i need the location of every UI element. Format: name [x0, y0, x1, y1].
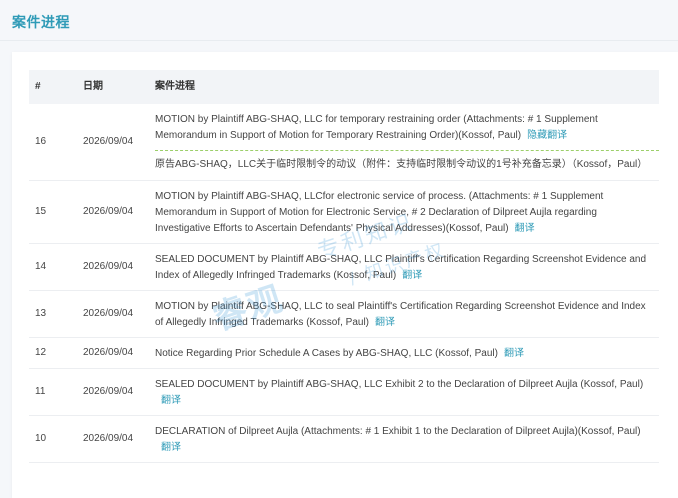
row-date: 2026/09/04: [83, 290, 155, 338]
row-content: MOTION by Plaintiff ABG-SHAQ, LLC to sea…: [155, 290, 659, 338]
header-date: 日期: [83, 70, 155, 104]
case-progress-table: # 日期 案件进程 16 2026/09/04 MOTION by Plaint…: [29, 70, 659, 463]
entry-translation-block: 原告ABG-SHAQ，LLC关于临时限制令的动议（附件：支持临时限制令动议的1号…: [155, 150, 659, 180]
row-date: 2026/09/04: [83, 104, 155, 181]
row-number: 16: [29, 104, 83, 181]
table-row: 11 2026/09/04 SEALED DOCUMENT by Plainti…: [29, 368, 659, 416]
entry-text: MOTION by Plaintiff ABG-SHAQ, LLCfor ele…: [155, 191, 604, 234]
entry-text-block: MOTION by Plaintiff ABG-SHAQ, LLC to sea…: [155, 291, 659, 337]
entry-text-block: MOTION by Plaintiff ABG-SHAQ, LLC for te…: [155, 104, 659, 150]
translate-link[interactable]: 翻译: [375, 317, 395, 328]
row-content: SEALED DOCUMENT by Plaintiff ABG-SHAQ, L…: [155, 368, 659, 416]
hide-translation-link[interactable]: 隐藏翻译: [527, 130, 567, 141]
entry-translation: 原告ABG-SHAQ，LLC关于临时限制令的动议（附件：支持临时限制令动议的1号…: [155, 159, 648, 170]
entry-text-block: SEALED DOCUMENT by Plaintiff ABG-SHAQ, L…: [155, 369, 659, 415]
row-content: Notice Regarding Prior Schedule A Cases …: [155, 337, 659, 369]
row-date: 2026/09/04: [83, 368, 155, 416]
row-date: 2026/09/04: [83, 180, 155, 244]
row-content: MOTION by Plaintiff ABG-SHAQ, LLCfor ele…: [155, 180, 659, 244]
translate-link[interactable]: 翻译: [161, 442, 181, 453]
case-progress-card: # 日期 案件进程 16 2026/09/04 MOTION by Plaint…: [12, 52, 678, 498]
translate-link[interactable]: 翻译: [161, 395, 181, 406]
table-row: 15 2026/09/04 MOTION by Plaintiff ABG-SH…: [29, 180, 659, 244]
table-header-row: # 日期 案件进程: [29, 70, 659, 104]
table-row: 12 2026/09/04 Notice Regarding Prior Sch…: [29, 337, 659, 369]
row-date: 2026/09/04: [83, 337, 155, 369]
translate-link[interactable]: 翻译: [515, 223, 535, 234]
row-number: 11: [29, 368, 83, 416]
table-row: 16 2026/09/04 MOTION by Plaintiff ABG-SH…: [29, 104, 659, 181]
entry-text-block: SEALED DOCUMENT by Plaintiff ABG-SHAQ, L…: [155, 244, 659, 290]
entry-text: MOTION by Plaintiff ABG-SHAQ, LLC to sea…: [155, 301, 646, 328]
entry-text: SEALED DOCUMENT by Plaintiff ABG-SHAQ, L…: [155, 254, 647, 281]
row-date: 2026/09/04: [83, 243, 155, 291]
entry-text-block: Notice Regarding Prior Schedule A Cases …: [155, 338, 659, 368]
row-content: SEALED DOCUMENT by Plaintiff ABG-SHAQ, L…: [155, 243, 659, 291]
entry-text: DECLARATION of Dilpreet Aujla (Attachmen…: [155, 426, 641, 437]
translate-link[interactable]: 翻译: [402, 270, 422, 281]
table-row: 13 2026/09/04 MOTION by Plaintiff ABG-SH…: [29, 290, 659, 338]
title-divider: [0, 40, 678, 41]
row-number: 12: [29, 337, 83, 369]
header-number: #: [29, 70, 83, 104]
section-title: 案件进程: [12, 14, 70, 30]
table-row: 10 2026/09/04 DECLARATION of Dilpreet Au…: [29, 415, 659, 463]
translate-link[interactable]: 翻译: [504, 348, 524, 359]
row-date: 2026/09/04: [83, 415, 155, 463]
entry-text-block: DECLARATION of Dilpreet Aujla (Attachmen…: [155, 416, 659, 462]
entry-text-block: MOTION by Plaintiff ABG-SHAQ, LLCfor ele…: [155, 181, 659, 243]
page: 案件进程 # 日期 案件进程 16 2026/09/04 MOTION by P…: [0, 0, 678, 498]
row-number: 13: [29, 290, 83, 338]
row-number: 15: [29, 180, 83, 244]
entry-text: Notice Regarding Prior Schedule A Cases …: [155, 348, 498, 359]
row-number: 10: [29, 415, 83, 463]
header-progress: 案件进程: [155, 70, 659, 104]
row-number: 14: [29, 243, 83, 291]
table-row: 14 2026/09/04 SEALED DOCUMENT by Plainti…: [29, 243, 659, 291]
row-content: DECLARATION of Dilpreet Aujla (Attachmen…: [155, 415, 659, 463]
entry-text: SEALED DOCUMENT by Plaintiff ABG-SHAQ, L…: [155, 379, 644, 390]
row-content: MOTION by Plaintiff ABG-SHAQ, LLC for te…: [155, 104, 659, 181]
